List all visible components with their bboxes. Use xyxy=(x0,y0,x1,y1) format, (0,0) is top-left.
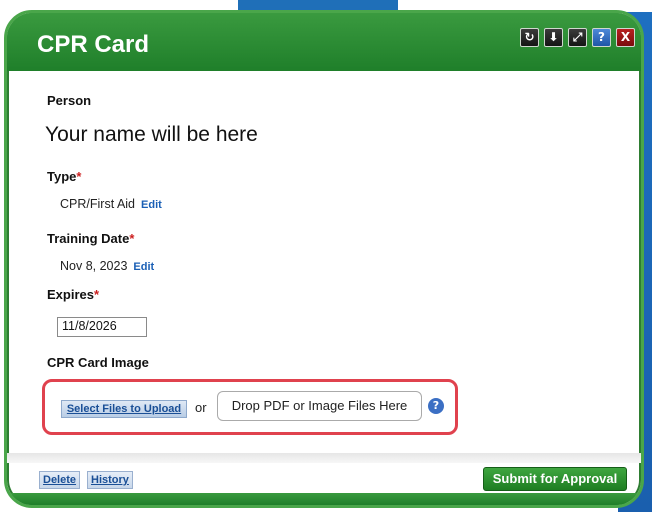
type-edit-link[interactable]: Edit xyxy=(141,199,162,211)
person-label: Person xyxy=(47,93,92,108)
upload-area: Select Files to Upload or Drop PDF or Im… xyxy=(42,379,458,435)
dialog-title: CPR Card xyxy=(37,31,150,58)
training-date-edit-link[interactable]: Edit xyxy=(133,261,154,273)
training-date-value: Nov 8, 2023 xyxy=(60,259,128,273)
dialog-titlebar: CPR Card ↻ ⬇ ⤢ ? X xyxy=(7,13,641,71)
expand-icon[interactable]: ⤢ xyxy=(568,28,587,47)
help-icon[interactable]: ? xyxy=(592,28,611,47)
or-text: or xyxy=(195,400,207,415)
submit-for-approval-button[interactable]: Submit for Approval xyxy=(483,467,627,491)
cpr-card-image-label: CPR Card Image xyxy=(47,355,149,370)
type-value: CPR/First Aid xyxy=(60,197,136,211)
expires-label: Expires* xyxy=(47,287,99,302)
footer-divider xyxy=(7,453,641,463)
expires-date-input[interactable]: 11/8/2026 xyxy=(57,317,147,337)
dialog-content: Person Your name will be here Type* CPR/… xyxy=(27,71,631,449)
delete-button[interactable]: Delete xyxy=(39,471,81,489)
required-mark: * xyxy=(129,231,135,246)
file-drop-zone[interactable]: Drop PDF or Image Files Here xyxy=(217,391,422,421)
history-button[interactable]: History xyxy=(87,471,133,489)
training-date-label: Training Date* xyxy=(47,231,134,246)
required-mark: * xyxy=(93,287,100,302)
person-value: Your name will be here xyxy=(45,123,258,146)
download-icon[interactable]: ⬇ xyxy=(544,28,563,47)
training-date-label-text: Training Date xyxy=(47,231,130,246)
required-mark: * xyxy=(76,169,82,184)
training-date-row: Nov 8, 2023 Edit xyxy=(60,259,154,273)
cpr-card-dialog: CPR Card ↻ ⬇ ⤢ ? X Person Your name will… xyxy=(4,10,644,508)
type-label: Type* xyxy=(47,169,81,184)
close-icon[interactable]: X xyxy=(616,28,635,47)
type-label-text: Type xyxy=(47,169,77,184)
refresh-icon[interactable]: ↻ xyxy=(520,28,539,47)
titlebar-toolbar: ↻ ⬇ ⤢ ? X xyxy=(520,28,635,47)
expires-label-text: Expires xyxy=(47,287,94,302)
select-files-button[interactable]: Select Files to Upload xyxy=(61,400,187,418)
type-value-row: CPR/First Aid Edit xyxy=(60,197,162,211)
dialog-bottom-bar xyxy=(7,493,641,505)
question-icon[interactable]: ? xyxy=(428,398,444,414)
